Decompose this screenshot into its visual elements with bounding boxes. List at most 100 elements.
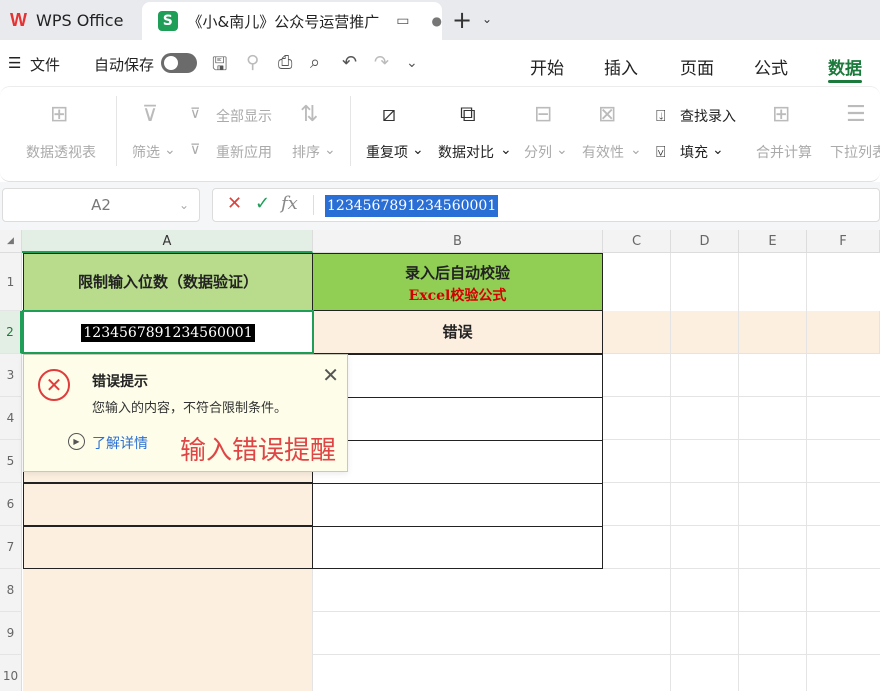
row-header-5[interactable]: 5 (0, 440, 22, 483)
column-header-b[interactable]: B (313, 230, 603, 253)
cell-b3[interactable] (312, 354, 603, 398)
hamburger-menu-icon[interactable]: ☰ (8, 54, 21, 72)
sort-chevron-icon[interactable]: ⌄ (324, 142, 336, 158)
monitor-icon[interactable]: ▭ (396, 13, 409, 29)
cancel-icon[interactable]: ✕ (227, 193, 242, 214)
insert-function-icon[interactable]: fx (281, 193, 298, 214)
cell-b2[interactable]: 错误 (312, 310, 603, 354)
print-icon[interactable]: ⎙ (278, 52, 292, 73)
column-header-e[interactable]: E (739, 230, 807, 253)
dropdown-list-button[interactable]: 下拉列表 (830, 142, 880, 162)
sort-icon[interactable]: ⇅ (300, 102, 318, 127)
merge-calc-icon[interactable]: ⊞ (772, 102, 790, 127)
cell-b4[interactable] (312, 397, 603, 441)
cell-a2-active[interactable]: 1234567891234560001 (22, 310, 314, 354)
sort-button[interactable]: 排序 (292, 142, 320, 162)
file-menu[interactable]: 文件 (30, 54, 60, 75)
title-tab-bar: W WPS Office S 《小&南儿》公众号运营推广 ▭ ● + ⌄ (0, 0, 880, 40)
data-ribbon (0, 86, 880, 182)
new-tab-button[interactable]: + (452, 6, 472, 34)
row-header-2[interactable]: 2 (0, 311, 22, 354)
cell-b1[interactable]: 录入后自动校验 Excel校验公式 (312, 253, 603, 311)
tab-insert[interactable]: 插入 (604, 54, 638, 79)
undo-icon[interactable]: ↶ (342, 52, 357, 73)
row-7-cells[interactable] (603, 526, 880, 569)
cell-b7[interactable] (312, 526, 603, 569)
find-entry-button[interactable]: 查找录入 (680, 106, 736, 126)
close-icon[interactable]: ✕ (322, 363, 339, 387)
row-5-cells[interactable] (603, 440, 880, 483)
wps-office-tab[interactable]: W WPS Office (0, 0, 140, 40)
format-painter-icon[interactable]: ⚲ (246, 52, 259, 73)
fill-button[interactable]: 填充 (680, 142, 708, 162)
document-tab[interactable]: S 《小&南儿》公众号运营推广 ▭ ● (142, 2, 442, 40)
cell-a2-text[interactable]: 1234567891234560001 (81, 324, 255, 342)
row-9-cells[interactable] (313, 612, 880, 655)
show-all-button[interactable]: 全部显示 (216, 106, 272, 126)
formula-value[interactable]: 1234567891234560001 (325, 195, 499, 217)
tab-home[interactable]: 开始 (530, 54, 564, 79)
confirm-icon[interactable]: ✓ (255, 193, 270, 214)
row-4-cells[interactable] (603, 397, 880, 440)
row-3-cells[interactable] (603, 354, 880, 397)
reapply-button[interactable]: 重新应用 (216, 142, 272, 162)
redo-icon[interactable]: ↷ (374, 52, 389, 73)
filter-icon[interactable]: ⊽ (142, 102, 158, 127)
column-header-a[interactable]: A (22, 230, 313, 253)
row-header-1[interactable]: 1 (0, 253, 22, 311)
column-header-d[interactable]: D (671, 230, 739, 253)
spreadsheet-grid[interactable]: ◢ A B C D E F 1 2 3 4 5 6 7 8 9 10 限制输入位… (0, 230, 880, 691)
row-header-9[interactable]: 9 (0, 612, 22, 655)
validity-icon[interactable]: ⊠ (598, 102, 616, 127)
print-preview-icon[interactable]: ⌕ (310, 52, 320, 73)
pivot-table-button[interactable]: 数据透视表 (26, 142, 96, 162)
formula-input[interactable]: ✕ ✓ fx 1234567891234560001 (212, 188, 880, 222)
autosave-toggle[interactable] (161, 53, 197, 73)
row-6-cells[interactable] (603, 483, 880, 526)
split-column-chevron-icon[interactable]: ⌄ (556, 142, 568, 158)
name-box[interactable]: A2 ⌄ (2, 188, 200, 222)
learn-more-link[interactable]: ▶ 了解详情 (68, 433, 148, 453)
row-header-3[interactable]: 3 (0, 354, 22, 397)
validity-chevron-icon[interactable]: ⌄ (630, 142, 642, 158)
cell-b6[interactable] (312, 483, 603, 527)
formula-separator (313, 195, 314, 215)
fill-chevron-icon[interactable]: ⌄ (712, 142, 724, 158)
unsaved-dot-icon[interactable]: ● (432, 14, 442, 28)
cell-b5[interactable] (312, 440, 603, 484)
cell-a1[interactable]: 限制输入位数（数据验证） (23, 253, 313, 311)
row-8-cells[interactable] (313, 569, 880, 612)
row-header-4[interactable]: 4 (0, 397, 22, 440)
row-header-6[interactable]: 6 (0, 483, 22, 526)
merge-calc-button[interactable]: 合并计算 (756, 142, 812, 162)
validity-button[interactable]: 有效性 (582, 142, 624, 162)
dropdown-list-icon[interactable]: ☰ (846, 102, 866, 127)
column-header-c[interactable]: C (603, 230, 671, 253)
filter-chevron-icon[interactable]: ⌄ (164, 142, 176, 158)
ribbon-separator (116, 96, 117, 166)
tab-page[interactable]: 页面 (680, 54, 714, 79)
row-header-8[interactable]: 8 (0, 569, 22, 612)
row-header-7[interactable]: 7 (0, 526, 22, 569)
cell-a6[interactable] (23, 483, 313, 526)
data-compare-icon[interactable]: ⧉ (460, 102, 476, 127)
data-compare-chevron-icon[interactable]: ⌄ (500, 142, 512, 158)
data-compare-button[interactable]: 数据对比 (438, 142, 494, 162)
duplicates-button[interactable]: 重复项 (366, 142, 408, 162)
row-header-10[interactable]: 10 (0, 655, 22, 691)
filter-button[interactable]: 筛选 (132, 142, 160, 162)
quick-access-more-icon[interactable]: ⌄ (406, 55, 418, 71)
column-header-f[interactable]: F (807, 230, 880, 253)
select-all-corner[interactable]: ◢ (0, 230, 22, 253)
tab-data[interactable]: 数据 (828, 54, 862, 79)
split-column-button[interactable]: 分列 (524, 142, 552, 162)
cell-a7[interactable] (23, 526, 313, 569)
save-icon[interactable]: 🖫 (212, 52, 227, 82)
duplicates-icon[interactable]: ⧄ (382, 102, 396, 127)
chevron-down-icon[interactable]: ⌄ (179, 189, 189, 221)
tab-formula[interactable]: 公式 (754, 54, 788, 79)
duplicates-chevron-icon[interactable]: ⌄ (412, 142, 424, 158)
chevron-down-icon[interactable]: ⌄ (482, 12, 492, 26)
split-column-icon[interactable]: ⊟ (534, 102, 552, 127)
pivot-table-icon[interactable]: ⊞ (50, 102, 68, 127)
